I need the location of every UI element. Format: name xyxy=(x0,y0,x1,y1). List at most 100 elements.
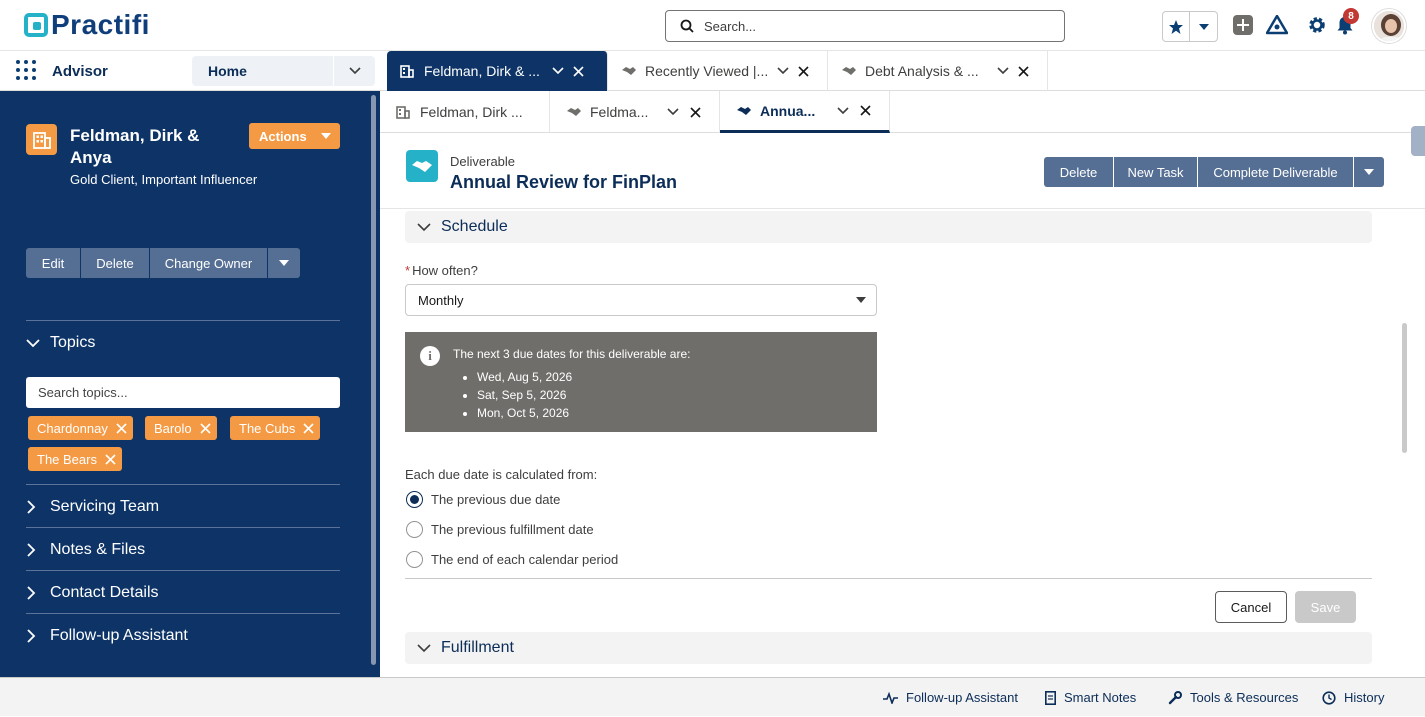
subtab-feldma[interactable]: Feldma... xyxy=(550,91,720,133)
actions-button[interactable]: Actions xyxy=(249,123,340,149)
subtab-menu-button[interactable] xyxy=(662,108,684,116)
tab-menu-button[interactable] xyxy=(993,67,1013,75)
subtab-feldman[interactable]: Feldman, Dirk ... xyxy=(380,91,550,133)
fulfillment-label: Fulfillment xyxy=(441,639,514,656)
workspace-tab-feldman[interactable]: Feldman, Dirk & ... xyxy=(387,51,608,91)
topics-section-toggle[interactable]: Topics xyxy=(26,322,340,364)
notes-files-section-toggle[interactable]: Notes & Files xyxy=(26,529,340,571)
clock-icon xyxy=(1322,690,1336,705)
detail-scrollbar[interactable] xyxy=(1402,323,1407,453)
global-search-input[interactable]: Search... xyxy=(665,10,1065,42)
caret-down-icon xyxy=(1364,169,1374,175)
remove-topic-icon[interactable] xyxy=(200,422,211,434)
remove-topic-icon[interactable] xyxy=(303,422,314,434)
how-often-value: Monthly xyxy=(418,292,464,308)
delete-record-button[interactable]: Delete xyxy=(1044,157,1114,187)
handshake-icon xyxy=(736,105,752,117)
workspace-tab-recently-viewed[interactable]: Recently Viewed |... xyxy=(608,51,828,91)
more-record-actions-button[interactable] xyxy=(1354,157,1384,187)
subtab-close-button[interactable] xyxy=(854,105,876,116)
follow-up-assistant-section-toggle[interactable]: Follow-up Assistant xyxy=(26,615,340,657)
global-actions-button[interactable] xyxy=(1231,13,1255,37)
topic-pill[interactable]: Barolo xyxy=(145,416,217,440)
sidebar-scrollbar[interactable] xyxy=(371,95,376,665)
subtab-annual-review[interactable]: Annua... xyxy=(720,91,890,133)
topic-pill[interactable]: The Bears xyxy=(28,447,122,471)
servicing-team-section-toggle[interactable]: Servicing Team xyxy=(26,486,340,528)
tab-menu-button[interactable] xyxy=(548,67,568,75)
radio-unselected[interactable] xyxy=(406,550,423,568)
more-actions-button[interactable] xyxy=(268,248,300,278)
complete-deliverable-button[interactable]: Complete Deliverable xyxy=(1198,157,1354,187)
new-task-button[interactable]: New Task xyxy=(1114,157,1198,187)
chevron-down-icon xyxy=(552,67,564,75)
calc-option-previous-due[interactable]: The previous due date xyxy=(406,490,560,508)
smart-notes-utility[interactable]: Smart Notes xyxy=(1045,678,1136,717)
contact-details-section-toggle[interactable]: Contact Details xyxy=(26,572,340,614)
subtab-close-button[interactable] xyxy=(684,106,706,118)
chevron-right-icon xyxy=(26,500,50,514)
utility-edge-tab[interactable] xyxy=(1411,126,1425,156)
logo-mark-icon xyxy=(24,13,48,37)
section-label: Contact Details xyxy=(50,584,159,601)
how-often-select[interactable]: Monthly xyxy=(405,284,877,316)
favorites-star-button[interactable] xyxy=(1163,12,1191,41)
topic-pill[interactable]: Chardonnay xyxy=(28,416,133,440)
edit-button[interactable]: Edit xyxy=(26,248,81,278)
chevron-down-icon xyxy=(667,108,679,116)
required-asterisk: * xyxy=(405,263,411,278)
nav-home-menu-button[interactable] xyxy=(333,56,375,86)
remove-topic-icon[interactable] xyxy=(105,453,116,465)
caret-down-icon xyxy=(856,297,866,303)
tab-close-button[interactable] xyxy=(1013,65,1033,77)
setup-button[interactable] xyxy=(1305,13,1329,37)
topics-search-input[interactable]: Search topics... xyxy=(26,377,340,408)
radio-label: The previous due date xyxy=(431,491,561,507)
user-avatar[interactable] xyxy=(1372,9,1406,43)
tab-menu-button[interactable] xyxy=(773,67,793,75)
section-label: Follow-up Assistant xyxy=(50,627,188,644)
subtab-label: Feldma... xyxy=(590,104,649,120)
subtab-menu-button[interactable] xyxy=(832,106,854,115)
section-label: Notes & Files xyxy=(50,541,146,558)
subtab-label: Feldman, Dirk ... xyxy=(420,104,523,120)
calc-option-calendar-period[interactable]: The end of each calendar period xyxy=(406,550,618,568)
follow-up-assistant-utility[interactable]: Follow-up Assistant xyxy=(883,678,1018,717)
workspace-tab-label: Feldman, Dirk & ... xyxy=(424,63,540,79)
topic-label: Chardonnay xyxy=(37,420,108,436)
divider xyxy=(380,208,1425,209)
tab-close-button[interactable] xyxy=(568,65,588,77)
save-button[interactable]: Save xyxy=(1295,591,1356,623)
logo-text: Practifi xyxy=(51,9,150,40)
radio-selected[interactable] xyxy=(406,490,423,508)
cancel-button[interactable]: Cancel xyxy=(1215,591,1287,623)
mountain-icon xyxy=(1266,15,1288,35)
practifi-logo[interactable]: Practifi xyxy=(24,11,150,39)
workspace-tab-label: Recently Viewed |... xyxy=(645,63,769,79)
delete-button[interactable]: Delete xyxy=(81,248,150,278)
topic-pill[interactable]: The Cubs xyxy=(230,416,321,440)
radio-unselected[interactable] xyxy=(406,520,423,538)
due-date-item: Wed, Aug 5, 2026 xyxy=(477,368,572,386)
close-icon xyxy=(797,65,809,77)
subtab-bar: Feldman, Dirk ... Feldma... Annua... xyxy=(380,91,1425,133)
topic-label: The Bears xyxy=(37,451,97,467)
chevron-down-icon xyxy=(1198,23,1209,30)
fulfillment-section-toggle[interactable]: Fulfillment xyxy=(405,632,1372,664)
history-utility[interactable]: History xyxy=(1322,678,1384,717)
app-launcher-icon[interactable] xyxy=(16,60,38,82)
trailhead-button[interactable] xyxy=(1265,13,1289,37)
favorites-list-button[interactable] xyxy=(1190,12,1217,41)
tools-resources-utility[interactable]: Tools & Resources xyxy=(1168,678,1298,717)
remove-topic-icon[interactable] xyxy=(116,422,127,434)
radio-label: The end of each calendar period xyxy=(431,551,619,567)
nav-home-label: Home xyxy=(208,63,247,79)
change-owner-button[interactable]: Change Owner xyxy=(150,248,268,278)
account-sidebar: Feldman, Dirk & Anya Gold Client, Import… xyxy=(0,91,380,677)
tab-close-button[interactable] xyxy=(793,65,813,77)
workspace-tab-debt-analysis[interactable]: Debt Analysis & ... xyxy=(828,51,1048,91)
radio-label: The previous fulfillment date xyxy=(431,521,594,537)
nav-home-item[interactable]: Home xyxy=(192,56,375,86)
schedule-section-toggle[interactable]: Schedule xyxy=(405,211,1372,243)
calc-option-previous-fulfillment[interactable]: The previous fulfillment date xyxy=(406,520,594,538)
